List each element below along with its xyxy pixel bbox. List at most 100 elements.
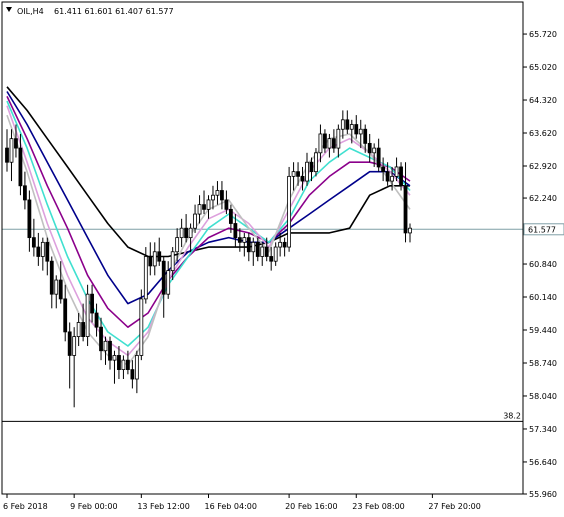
candle-body — [27, 199, 32, 239]
candle-body — [202, 204, 206, 210]
candle-body — [143, 256, 148, 300]
candle-body — [327, 138, 332, 149]
candle-body — [390, 175, 394, 182]
candle-body — [23, 185, 27, 201]
candle-body — [81, 322, 86, 337]
symbol-label: OIL,H4 — [17, 7, 44, 16]
candle-body — [49, 260, 54, 295]
candle — [85, 284, 90, 347]
candle-body — [45, 241, 50, 262]
x-tick-label: 20 Feb 16:00 — [285, 502, 337, 511]
candle-body — [228, 208, 233, 224]
candle-body — [193, 213, 197, 229]
candle-body — [175, 237, 180, 253]
candle-body — [220, 190, 224, 201]
x-tick-label: 27 Feb 20:00 — [428, 502, 480, 511]
candle-body — [354, 124, 359, 135]
candle-body — [54, 279, 59, 295]
candle-body — [179, 227, 184, 239]
candle-body — [157, 251, 162, 262]
price-chart[interactable]: 38.2 OIL,H4 61.411 61.601 61.407 61.577 … — [0, 0, 564, 517]
candle-body — [251, 241, 256, 253]
candle-body — [394, 166, 399, 177]
x-tick-label: 16 Feb 04:00 — [205, 502, 257, 511]
chart-background — [0, 0, 564, 517]
candle-body — [291, 171, 296, 177]
candle-body — [385, 171, 390, 182]
current-price-tag: 61.577 — [523, 223, 564, 236]
candle-body — [300, 175, 305, 182]
candle-body — [233, 223, 238, 239]
candle-body — [242, 237, 247, 243]
candle-body — [345, 119, 350, 130]
candle-body — [184, 227, 189, 239]
candle-body — [309, 161, 314, 173]
y-tick-label: 60.840 — [529, 260, 557, 269]
candle-body — [403, 185, 408, 234]
candle-body — [85, 293, 90, 337]
candle-body — [5, 147, 9, 163]
y-tick-label: 59.440 — [529, 326, 557, 335]
candle-body — [108, 340, 112, 361]
y-tick-label: 60.140 — [529, 293, 557, 302]
candle-body — [117, 355, 121, 370]
candle-body — [246, 237, 251, 253]
candle-body — [296, 171, 300, 177]
candle-body — [112, 355, 117, 361]
candle-body — [170, 251, 175, 272]
candle-body — [197, 204, 202, 215]
x-tick-label: 13 Feb 12:00 — [137, 502, 189, 511]
candle-body — [166, 270, 171, 295]
y-tick-label: 56.640 — [529, 458, 557, 467]
candle-body — [90, 293, 94, 314]
candle-body — [363, 128, 368, 144]
candle-body — [349, 124, 354, 130]
candle-body — [103, 340, 108, 352]
candle-body — [94, 312, 99, 328]
candle-body — [14, 138, 18, 149]
candle-body — [121, 359, 126, 370]
candle-body — [18, 147, 23, 187]
candle-body — [314, 152, 318, 173]
candle-body — [376, 147, 381, 168]
y-tick-label: 58.040 — [529, 392, 557, 401]
y-tick-label: 58.740 — [529, 359, 557, 368]
level-label: 38.2 — [503, 411, 521, 420]
candle-body — [36, 246, 41, 257]
candle-body — [99, 326, 103, 352]
candle-body — [211, 194, 215, 201]
candle-body — [358, 128, 363, 135]
candle-body — [264, 246, 269, 257]
candle-body — [126, 359, 130, 370]
candle-body — [40, 241, 45, 257]
price-axis[interactable]: 65.720 65.020 64.320 63.620 62.920 62.240 61.5… — [523, 30, 557, 499]
x-tick-label: 23 Feb 08:00 — [352, 502, 404, 511]
candle-body — [130, 369, 135, 380]
candle-body — [188, 227, 193, 239]
candle-body — [161, 260, 166, 295]
candle-body — [381, 166, 386, 173]
candle-body — [72, 336, 77, 356]
candle-body — [305, 161, 309, 182]
candle-body — [215, 190, 220, 196]
current-price-label: 61.577 — [528, 225, 556, 234]
candle-body — [340, 119, 345, 130]
candle-body — [76, 322, 81, 337]
candle-body — [260, 246, 265, 257]
candle-body — [372, 147, 377, 154]
chart-header: OIL,H4 61.411 61.601 61.407 61.577 — [6, 7, 174, 16]
candle-body — [237, 237, 242, 243]
candle — [139, 289, 144, 361]
candle-body — [399, 166, 403, 187]
candle — [287, 166, 292, 252]
candle-body — [323, 133, 327, 149]
y-tick-label: 57.340 — [529, 425, 557, 434]
y-tick-label: 64.320 — [529, 96, 557, 105]
candle-body — [282, 241, 287, 248]
y-tick-label: 65.020 — [529, 63, 557, 72]
candle-body — [336, 128, 341, 149]
candle-body — [148, 256, 153, 267]
candle-body — [367, 142, 372, 154]
x-tick-label: 9 Feb 00:00 — [70, 502, 117, 511]
candle-body — [63, 298, 68, 333]
